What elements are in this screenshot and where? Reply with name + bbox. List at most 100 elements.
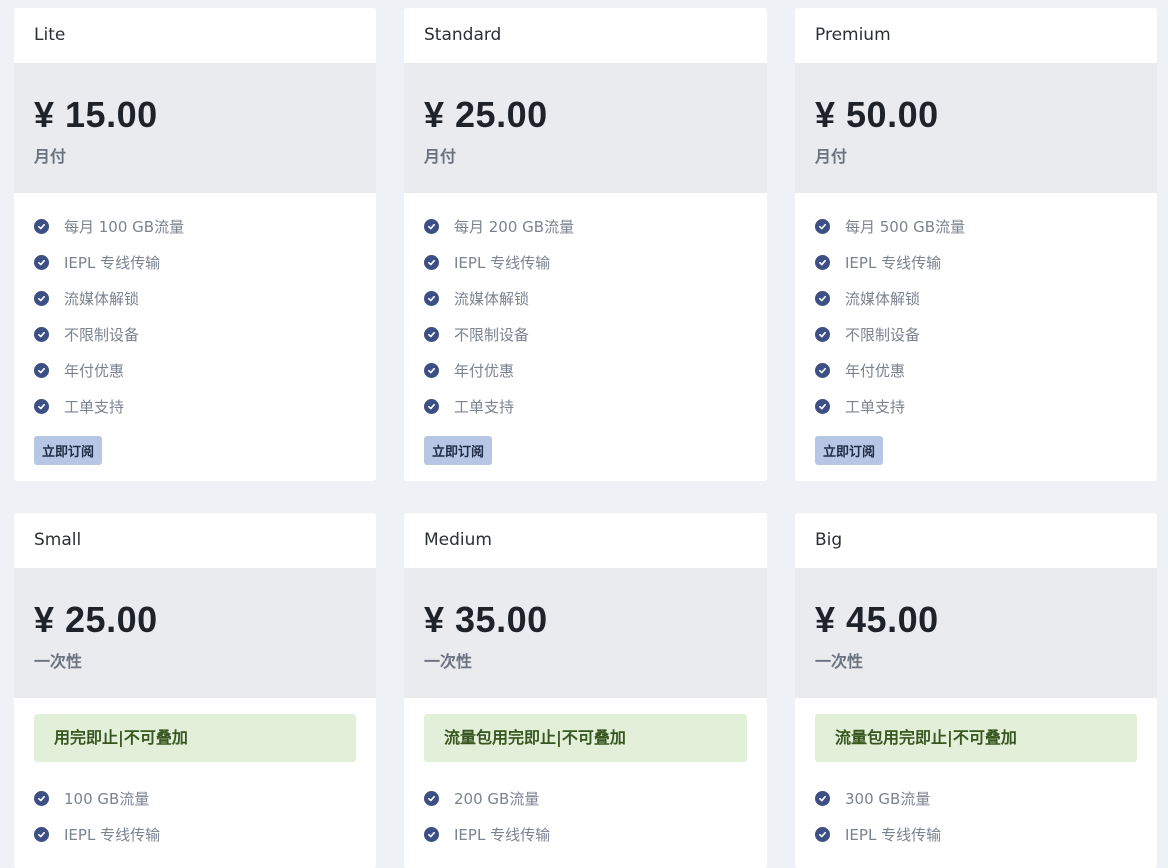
feature-item: 100 GB流量 [34, 780, 356, 816]
price-box: ¥ 35.00 一次性 [404, 568, 767, 698]
check-circle-icon [34, 326, 49, 342]
plan-price: ¥ 25.00 [34, 599, 158, 640]
feature-text: IEPL 专线传输 [64, 253, 161, 272]
feature-text: 年付优惠 [64, 361, 125, 380]
plan-card-lite: Lite ¥ 15.00 月付每月 100 GB流量 IEPL 专线传输 流媒体解锁不限… [14, 8, 376, 481]
check-circle-icon [34, 218, 49, 234]
feature-text: 工单支持 [845, 397, 906, 416]
plan-name: Lite [34, 25, 66, 45]
feature-text: 年付优惠 [845, 361, 906, 380]
feature-text: 每月 500 GB流量 [845, 217, 966, 236]
check-circle-icon [424, 254, 439, 270]
check-circle-icon [815, 362, 830, 378]
feature-item: 年付优惠 [815, 352, 1137, 388]
usage-notice: 用完即止|不可叠加 [34, 714, 356, 762]
price-box: ¥ 50.00 月付 [795, 63, 1157, 193]
check-circle-icon [34, 362, 49, 378]
plan-name: Small [34, 530, 82, 550]
plan-body: 用完即止|不可叠加 100 GB流量 IEPL 专线传输 [14, 698, 376, 868]
price-box: ¥ 25.00 一次性 [14, 568, 376, 698]
feature-item: IEPL 专线传输 [815, 816, 1137, 852]
feature-item: 不限制设备 [424, 316, 747, 352]
check-circle-icon [34, 790, 49, 806]
feature-item: 年付优惠 [424, 352, 747, 388]
feature-item: 不限制设备 [815, 316, 1137, 352]
plan-grid: Lite ¥ 15.00 月付 每月 100 GB流量 IEPL 专线传输 流媒体解锁 不限… [14, 8, 1157, 868]
billing-period: 一次性 [815, 652, 864, 671]
feature-item: 工单支持 [34, 388, 356, 424]
plan-name: Premium [815, 25, 891, 45]
price-box: ¥ 25.00 月付 [404, 63, 767, 193]
feature-item: 200 GB流量 [424, 780, 747, 816]
subscribe-button[interactable]: 立即订阅 [815, 436, 884, 465]
feature-list: 100 GB流量 IEPL 专线传输 [34, 780, 356, 852]
feature-item: IEPL 专线传输 [424, 816, 747, 852]
feature-text: 每月 100 GB流量 [64, 217, 185, 236]
subscribe-button[interactable]: 立即订阅 [424, 436, 493, 465]
check-circle-icon [815, 254, 830, 270]
feature-item: IEPL 专线传输 [34, 816, 356, 852]
plan-body: 流量包用完即止|不可叠加 200 GB流量 IEPL 专线传输 [404, 698, 767, 868]
feature-text: 年付优惠 [454, 361, 515, 380]
plan-price: ¥ 50.00 [815, 94, 939, 135]
plan-card-medium: Medium ¥ 35.00 一次性 流量包用完即止|不可叠加 200 GB流量 IEPL… [404, 513, 767, 868]
price-box: ¥ 15.00 月付 [14, 63, 376, 193]
feature-item: 年付优惠 [34, 352, 356, 388]
check-circle-icon [34, 290, 49, 306]
feature-text: IEPL 专线传输 [64, 825, 161, 844]
feature-text: IEPL 专线传输 [454, 253, 551, 272]
feature-text: 工单支持 [454, 397, 515, 416]
plan-price: ¥ 45.00 [815, 599, 939, 640]
feature-text: 流媒体解锁 [454, 289, 530, 308]
plan-body: 流量包用完即止|不可叠加 300 GB流量 IEPL 专线传输 [795, 698, 1157, 868]
feature-list: 每月 500 GB流量 IEPL 专线传输 流媒体解锁 不限制设备 年付优惠 工单支持 [815, 208, 1137, 424]
check-circle-icon [815, 826, 830, 842]
billing-period: 月付 [815, 147, 848, 166]
check-circle-icon [815, 326, 830, 342]
feature-text: 200 GB流量 [454, 789, 540, 808]
usage-notice: 流量包用完即止|不可叠加 [424, 714, 747, 762]
feature-item: IEPL 专线传输 [424, 244, 747, 280]
check-circle-icon [34, 398, 49, 414]
check-circle-icon [815, 290, 830, 306]
feature-item: 不限制设备 [34, 316, 356, 352]
feature-text: 每月 200 GB流量 [454, 217, 575, 236]
feature-item: IEPL 专线传输 [815, 244, 1137, 280]
feature-text: 流媒体解锁 [64, 289, 140, 308]
plan-price: ¥ 25.00 [424, 94, 548, 135]
check-circle-icon [424, 326, 439, 342]
check-circle-icon [424, 790, 439, 806]
check-circle-icon [424, 398, 439, 414]
plan-body: 每月 100 GB流量 IEPL 专线传输 流媒体解锁不限制设备年付优惠工单支持立即… [14, 193, 376, 481]
feature-text: 不限制设备 [64, 325, 140, 344]
feature-text: 工单支持 [64, 397, 125, 416]
feature-item: 工单支持 [424, 388, 747, 424]
check-circle-icon [424, 826, 439, 842]
feature-item: 300 GB流量 [815, 780, 1137, 816]
feature-list: 200 GB流量 IEPL 专线传输 [424, 780, 747, 852]
feature-list: 300 GB流量 IEPL 专线传输 [815, 780, 1137, 852]
check-circle-icon [424, 290, 439, 306]
subscribe-button[interactable]: 立即订阅 [34, 436, 103, 465]
feature-item: 工单支持 [815, 388, 1137, 424]
feature-item: 流媒体解锁 [424, 280, 747, 316]
check-circle-icon [424, 218, 439, 234]
plan-price: ¥ 35.00 [424, 599, 548, 640]
plan-price: ¥ 15.00 [34, 94, 158, 135]
feature-text: 不限制设备 [845, 325, 921, 344]
check-circle-icon [424, 362, 439, 378]
billing-period: 一次性 [424, 652, 473, 671]
plan-card-premium: Premium ¥ 50.00 月付 每月 500 GB流量 IEPL 专线传输 流媒体解… [795, 8, 1157, 481]
plan-name: Standard [424, 25, 502, 45]
feature-list: 每月 200 GB流量 IEPL 专线传输 流媒体解锁不限制设备年付优惠工单支持 [424, 208, 747, 424]
feature-text: 不限制设备 [454, 325, 530, 344]
feature-text: 300 GB流量 [845, 789, 931, 808]
plan-name: Big [815, 530, 843, 550]
billing-period: 月付 [34, 147, 67, 166]
plan-body: 每月 200 GB流量 IEPL 专线传输 流媒体解锁不限制设备年付优惠工单支持立即… [404, 193, 767, 481]
feature-item: 每月 500 GB流量 [815, 208, 1137, 244]
feature-item: IEPL 专线传输 [34, 244, 356, 280]
feature-text: IEPL 专线传输 [454, 825, 551, 844]
usage-notice: 流量包用完即止|不可叠加 [815, 714, 1137, 762]
price-box: ¥ 45.00 一次性 [795, 568, 1157, 698]
